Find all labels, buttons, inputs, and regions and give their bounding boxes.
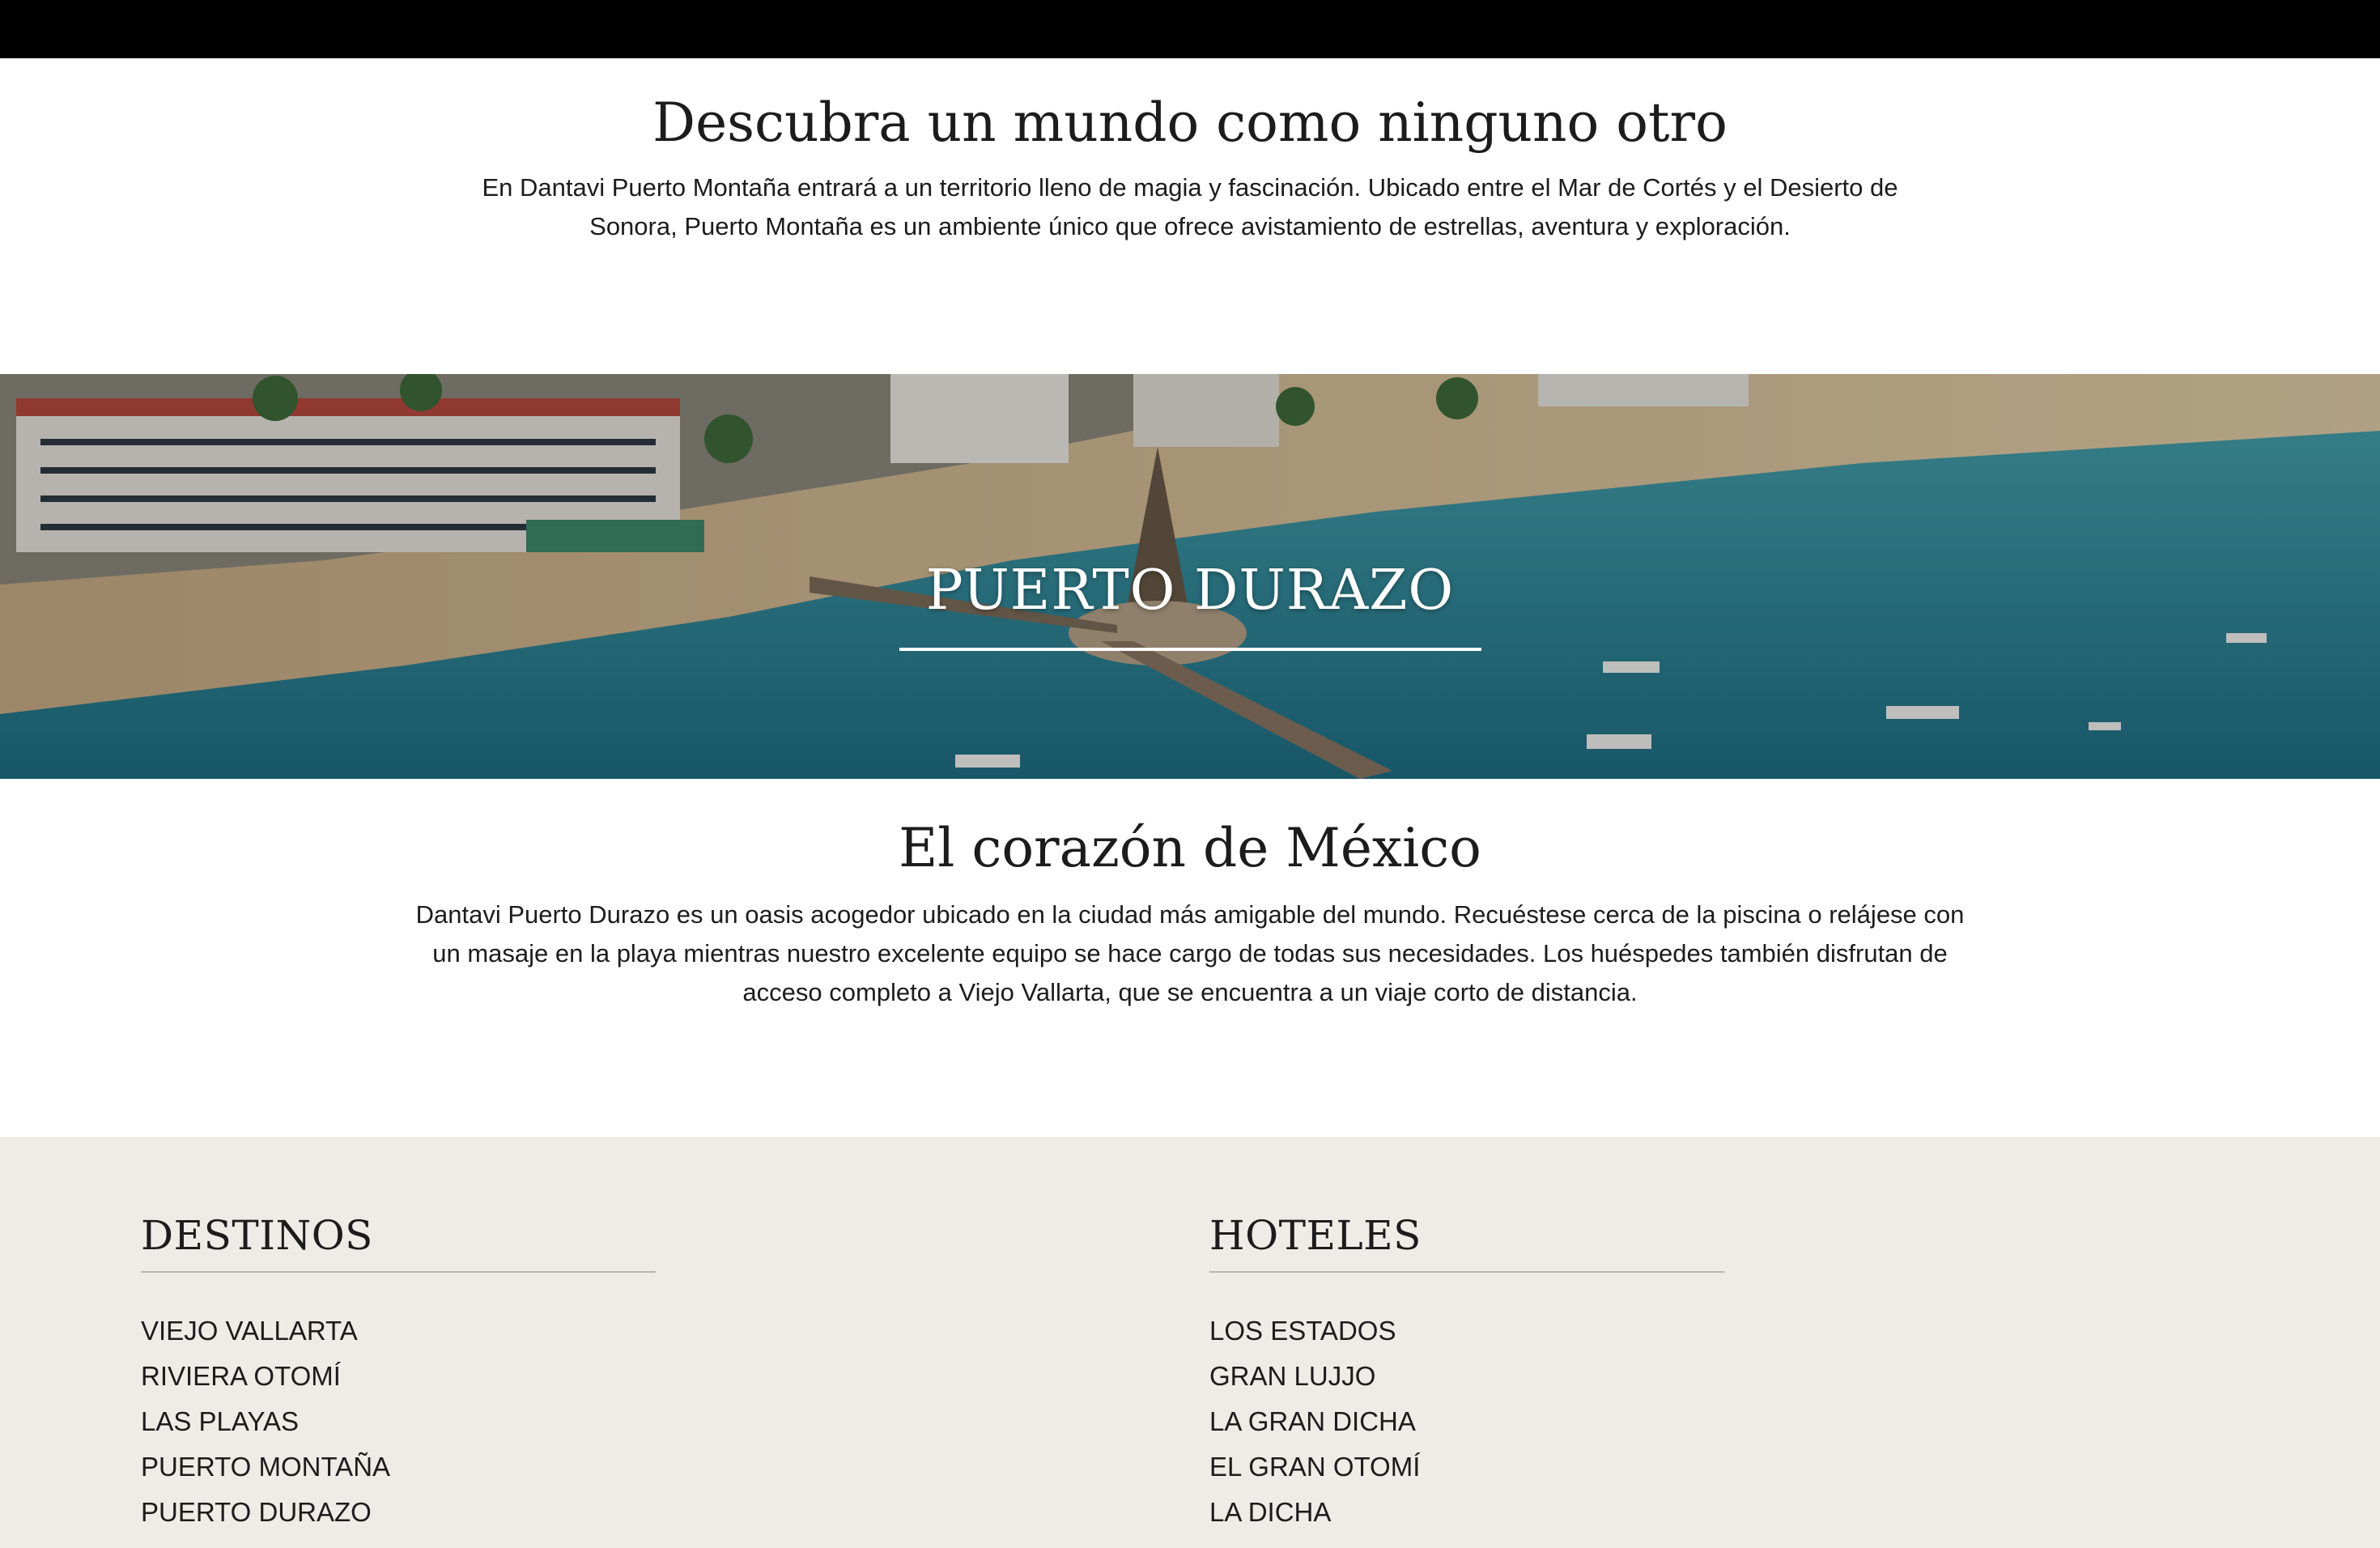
hero-title: PUERTO DURAZO	[925, 559, 1455, 623]
footer-link-gran-lujjo[interactable]: GRAN LUJJO	[1209, 1354, 1728, 1399]
footer-link-el-gran-otomi[interactable]: EL GRAN OTOMÍ	[1209, 1444, 1728, 1490]
footer-link-los-estados[interactable]: LOS ESTADOS	[1209, 1308, 1728, 1354]
footer-destinos-heading: DESTINOS	[141, 1212, 373, 1259]
hero-divider	[899, 648, 1481, 651]
intro-section: Descubra un mundo como ninguno otro En D…	[0, 58, 2380, 246]
footer-link-puerto-montana[interactable]: PUERTO MONTAÑA	[141, 1444, 659, 1490]
footer-hoteles-list: LOS ESTADOS GRAN LUJJO LA GRAN DICHA EL …	[1209, 1308, 1728, 1535]
footer-link-riviera-otomi[interactable]: RIVIERA OTOMÍ	[141, 1354, 659, 1399]
top-bar	[0, 0, 2380, 58]
footer-link-viejo-vallarta[interactable]: VIEJO VALLARTA	[141, 1308, 659, 1354]
footer-link-puerto-durazo[interactable]: PUERTO DURAZO	[141, 1490, 659, 1535]
footer-link-la-dicha[interactable]: LA DICHA	[1209, 1490, 1728, 1535]
about-description: Dantavi Puerto Durazo es un oasis acoged…	[415, 900, 1965, 1006]
site-footer: DESTINOS VIEJO VALLARTA RIVIERA OTOMÍ LA…	[0, 1137, 2380, 1548]
about-title: El corazón de México	[899, 817, 1481, 879]
footer-link-la-gran-dicha[interactable]: LA GRAN DICHA	[1209, 1399, 1728, 1444]
footer-link-las-playas[interactable]: LAS PLAYAS	[141, 1399, 659, 1444]
footer-destinos: DESTINOS VIEJO VALLARTA RIVIERA OTOMÍ LA…	[141, 1210, 659, 1535]
footer-destinos-list: VIEJO VALLARTA RIVIERA OTOMÍ LAS PLAYAS …	[141, 1308, 659, 1535]
intro-description: En Dantavi Puerto Montaña entrará a un t…	[482, 173, 1898, 240]
hero-banner: PUERTO DURAZO	[0, 374, 2380, 779]
intro-title: Descubra un mundo como ninguno otro	[652, 91, 1728, 154]
about-section: El corazón de México Dantavi Puerto Dura…	[0, 779, 2380, 1012]
footer-destinos-divider	[141, 1271, 656, 1273]
footer-hoteles-divider	[1209, 1271, 1724, 1273]
footer-hoteles: HOTELES LOS ESTADOS GRAN LUJJO LA GRAN D…	[1209, 1210, 1728, 1535]
footer-hoteles-heading: HOTELES	[1209, 1212, 1422, 1259]
